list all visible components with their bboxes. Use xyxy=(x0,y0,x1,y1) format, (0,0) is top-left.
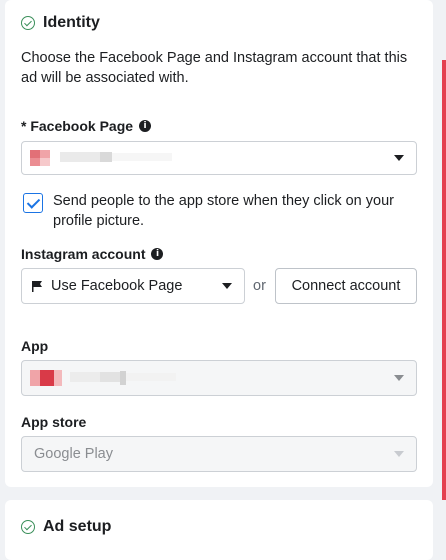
info-icon[interactable]: i xyxy=(139,120,152,132)
flag-icon xyxy=(32,281,42,292)
facebook-page-select[interactable] xyxy=(21,141,417,175)
info-icon[interactable]: i xyxy=(151,248,164,260)
app-label: App xyxy=(21,338,48,354)
app-store-label-text: App store xyxy=(21,414,87,430)
identity-section: Identity Choose the Facebook Page and In… xyxy=(5,0,433,487)
chevron-down-icon xyxy=(222,283,232,289)
ad-setup-header: Ad setup xyxy=(21,518,111,536)
app-store-checkbox-label: Send people to the app store when they c… xyxy=(53,193,394,229)
app-store-select[interactable]: Google Play xyxy=(21,436,417,472)
ad-setup-section: Ad setup xyxy=(5,500,433,560)
instagram-label-row: Instagram account i xyxy=(21,246,164,262)
facebook-page-label-row: * Facebook Page i xyxy=(21,118,152,134)
app-label-text: App xyxy=(21,338,49,354)
app-store-selected-value: Google Play xyxy=(34,446,113,462)
chevron-down-icon xyxy=(394,375,404,381)
identity-description: Choose the Facebook Page and Instagram a… xyxy=(21,50,408,86)
app-select[interactable] xyxy=(21,360,417,396)
instagram-selected-value: Use Facebook Page xyxy=(51,278,183,294)
identity-title: Identity xyxy=(43,14,100,31)
app-store-label: App store xyxy=(21,414,86,430)
identity-header: Identity xyxy=(21,14,100,32)
complete-check-icon xyxy=(21,16,35,30)
redacted-page-name xyxy=(30,150,172,166)
instagram-account-label: Instagram account xyxy=(21,246,146,262)
chevron-down-icon xyxy=(394,451,404,457)
ad-setup-title: Ad setup xyxy=(43,518,112,535)
connect-account-button[interactable]: Connect account xyxy=(275,268,417,304)
or-separator: or xyxy=(253,278,266,294)
complete-check-icon xyxy=(21,520,35,534)
chevron-down-icon xyxy=(394,155,404,161)
facebook-page-label: * Facebook Page xyxy=(21,118,134,134)
redacted-app-name xyxy=(30,370,176,386)
app-store-checkbox[interactable] xyxy=(23,193,43,213)
right-edge-strip xyxy=(442,60,446,500)
instagram-account-select[interactable]: Use Facebook Page xyxy=(21,268,245,304)
